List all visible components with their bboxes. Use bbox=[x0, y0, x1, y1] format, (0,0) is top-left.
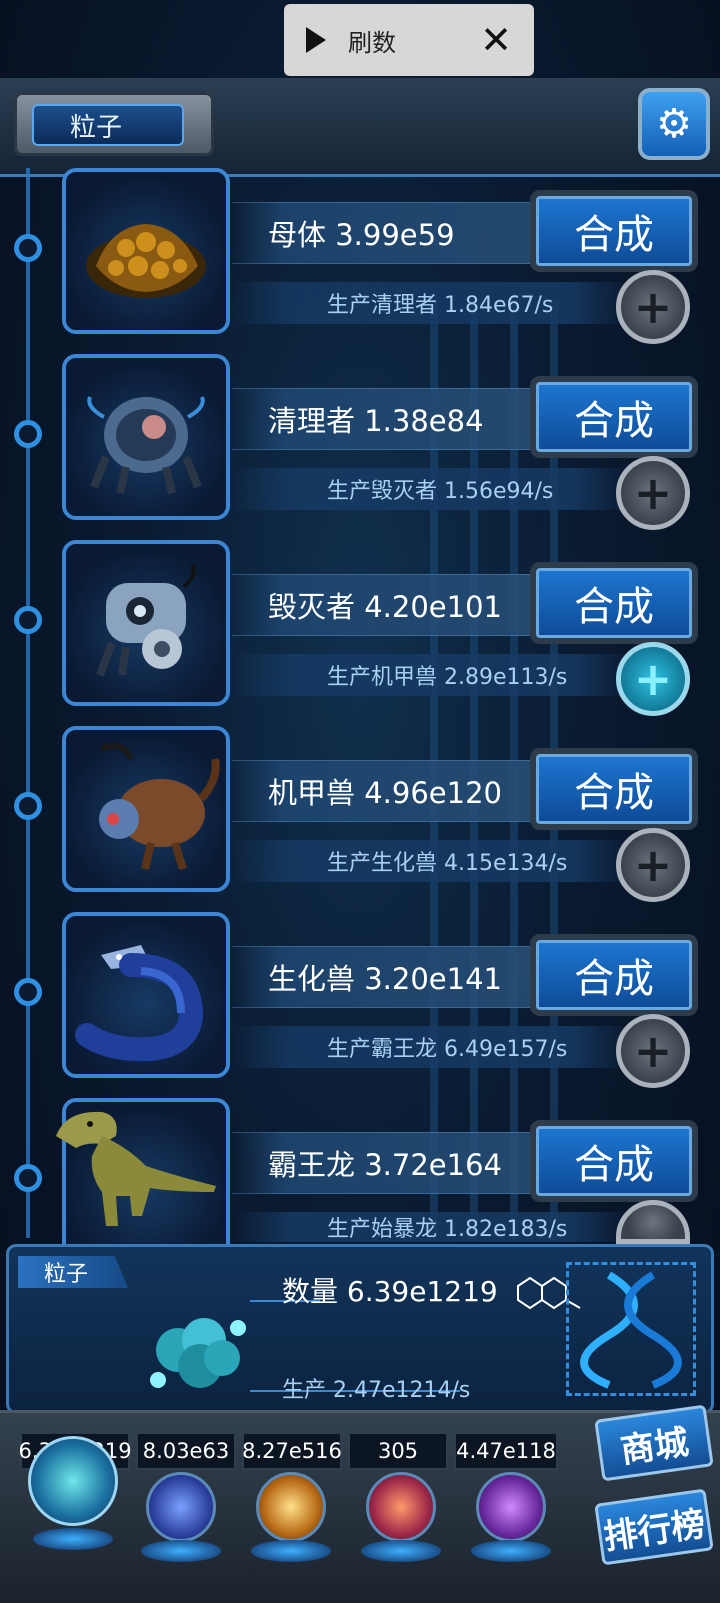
resource-value: 8.27e516 bbox=[242, 1432, 342, 1470]
rail-node bbox=[14, 420, 42, 448]
plus-icon: + bbox=[633, 838, 673, 892]
production-rate: 生产机甲兽 2.89e113/s bbox=[232, 654, 632, 696]
t-rex-icon bbox=[56, 1111, 216, 1226]
combine-button[interactable]: 合成 bbox=[536, 754, 692, 824]
creature-thumb-t-rex[interactable] bbox=[56, 1098, 230, 1264]
particle-quantity: 数量 6.39e1219 bbox=[282, 1275, 498, 1308]
progress-rail bbox=[26, 168, 30, 1238]
plus-icon: + bbox=[633, 466, 673, 520]
lightning-orb[interactable] bbox=[146, 1472, 216, 1542]
creature-thumb-mother[interactable] bbox=[62, 168, 230, 334]
dna-icon bbox=[580, 1271, 682, 1389]
combine-button[interactable]: 合成 bbox=[536, 1126, 692, 1196]
production-rate: 生产生化兽 4.15e134/s bbox=[232, 840, 632, 882]
creature-name: 毁灭者 4.20e101 bbox=[232, 574, 582, 636]
combine-button[interactable]: 合成 bbox=[536, 382, 692, 452]
add-button[interactable]: + bbox=[616, 270, 690, 344]
add-button[interactable]: + bbox=[616, 828, 690, 902]
rock-creature-icon bbox=[86, 224, 206, 298]
creature-name: 生化兽 3.20e141 bbox=[232, 946, 582, 1008]
rail-node bbox=[14, 792, 42, 820]
particle-cluster-icon bbox=[138, 1300, 258, 1404]
add-button-active[interactable]: + bbox=[616, 642, 690, 716]
production-rate: 生产清理者 1.84e67/s bbox=[232, 282, 632, 324]
rail-node bbox=[14, 234, 42, 262]
plus-icon: + bbox=[633, 280, 673, 334]
rail-node bbox=[14, 1164, 42, 1192]
creature-name: 母体 3.99e59 bbox=[232, 202, 582, 264]
particle-production: 生产 2.47e1214/s bbox=[282, 1378, 471, 1403]
orb-pedestal bbox=[141, 1540, 221, 1562]
brain-orb[interactable] bbox=[366, 1472, 436, 1542]
settings-button[interactable]: ⚙ bbox=[638, 88, 710, 160]
rail-node bbox=[14, 978, 42, 1006]
biochem-beast-icon bbox=[75, 945, 204, 1062]
production-rate: 生产始暴龙 1.82e183/s bbox=[232, 1212, 632, 1242]
info-label: 粒子 bbox=[18, 1256, 128, 1288]
orb-pedestal bbox=[471, 1540, 551, 1562]
mecha-beast-icon bbox=[99, 742, 220, 871]
creature-name: 机甲兽 4.96e120 bbox=[232, 760, 582, 822]
vortex-orb[interactable] bbox=[476, 1472, 546, 1542]
creature-name: 霸王龙 3.72e164 bbox=[232, 1132, 582, 1194]
creature-thumb-biochem-beast[interactable] bbox=[62, 912, 230, 1078]
plus-icon: + bbox=[633, 652, 673, 706]
particle-orb[interactable] bbox=[28, 1436, 118, 1526]
resource-value: 8.03e63 bbox=[136, 1432, 236, 1470]
orb-pedestal bbox=[361, 1540, 441, 1562]
overlay-title: 刷数 bbox=[348, 28, 396, 57]
close-icon[interactable]: ✕ bbox=[480, 21, 512, 59]
add-button[interactable]: + bbox=[616, 456, 690, 530]
add-button[interactable]: + bbox=[616, 1014, 690, 1088]
creature-name: 清理者 1.38e84 bbox=[232, 388, 582, 450]
add-button[interactable] bbox=[616, 1200, 690, 1244]
robot-destroyer-icon bbox=[96, 563, 196, 677]
production-rate: 生产毁灭者 1.56e94/s bbox=[232, 468, 632, 510]
gear-icon: ⚙ bbox=[656, 101, 692, 147]
creature-thumb-mecha-beast[interactable] bbox=[62, 726, 230, 892]
dna-frame bbox=[566, 1262, 696, 1396]
resource-value: 4.47e118 bbox=[454, 1432, 558, 1470]
plus-icon: + bbox=[633, 1024, 673, 1078]
play-icon[interactable] bbox=[306, 27, 326, 53]
tab-particles[interactable]: 粒子 bbox=[32, 104, 184, 146]
record-overlay-bar: 刷数 ✕ bbox=[284, 4, 534, 76]
production-rate: 生产霸王龙 6.49e157/s bbox=[232, 1026, 632, 1068]
fire-orb[interactable] bbox=[256, 1472, 326, 1542]
orb-pedestal bbox=[251, 1540, 331, 1562]
creature-thumb-cleaner[interactable] bbox=[62, 354, 230, 520]
rail-node bbox=[14, 606, 42, 634]
combine-button[interactable]: 合成 bbox=[536, 568, 692, 638]
combine-button[interactable]: 合成 bbox=[536, 196, 692, 266]
robot-cleaner-icon bbox=[87, 396, 205, 494]
orb-pedestal bbox=[33, 1528, 113, 1550]
creature-thumb-destroyer[interactable] bbox=[62, 540, 230, 706]
resource-value: 305 bbox=[348, 1432, 448, 1470]
combine-button[interactable]: 合成 bbox=[536, 940, 692, 1010]
